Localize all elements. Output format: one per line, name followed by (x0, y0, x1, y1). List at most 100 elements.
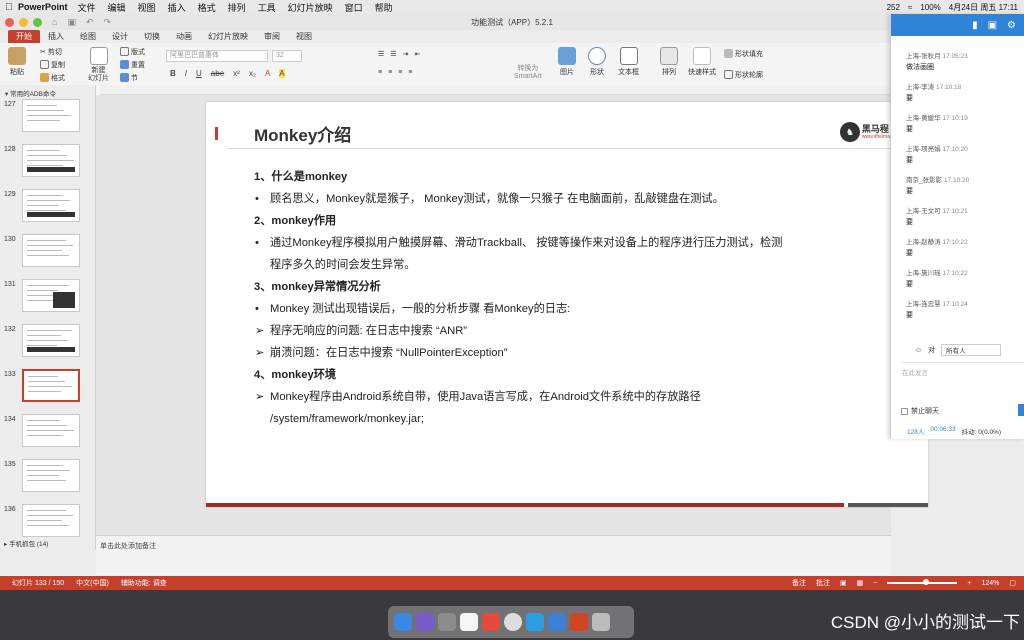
cloud-icon[interactable] (548, 613, 566, 631)
language[interactable]: 中文(中国) (76, 578, 109, 588)
notes-toggle[interactable]: 备注 (792, 578, 806, 588)
calendar-icon[interactable] (482, 613, 500, 631)
slide-thumbnail[interactable] (22, 279, 80, 312)
thumbnail-row[interactable]: 130 (0, 234, 96, 274)
chat-app-icon[interactable] (526, 613, 544, 631)
thumbnail-row[interactable]: 128 (0, 144, 96, 184)
menu-view[interactable]: 视图 (138, 1, 156, 14)
tab-home[interactable]: 开始 (8, 30, 40, 43)
menu-tools[interactable]: 工具 (258, 1, 276, 14)
menu-format[interactable]: 格式 (198, 1, 216, 14)
clock[interactable]: 4月24日 周五 17:11 (949, 2, 1018, 13)
shape-fill-button[interactable]: 形状填充 (724, 48, 763, 59)
gear-icon[interactable]: ⚙ (1007, 20, 1016, 31)
powerpoint-icon[interactable] (570, 613, 588, 631)
status-count[interactable]: 252 (887, 3, 900, 12)
zoom-level[interactable]: 124% (981, 580, 999, 587)
normal-view-icon[interactable]: ▣ (840, 579, 847, 587)
align-left-icon[interactable]: ≡ (378, 69, 382, 76)
apple-icon[interactable]:  (0, 2, 18, 13)
bold-button[interactable]: B (170, 69, 176, 78)
menu-insert[interactable]: 插入 (168, 1, 186, 14)
section-footer[interactable]: ▸ 手机抓包 (14) (4, 538, 48, 548)
menu-window[interactable]: 窗口 (345, 1, 363, 14)
sorter-view-icon[interactable]: ▦ (857, 579, 864, 587)
wifi-icon[interactable]: ≈ (908, 3, 912, 12)
siri-icon[interactable] (416, 613, 434, 631)
thumbnail-row[interactable]: 127 (0, 99, 96, 139)
slide-thumbnail[interactable] (22, 189, 80, 222)
section-button[interactable]: 节 (120, 72, 145, 83)
zoom-out-icon[interactable]: − (873, 580, 877, 587)
shape-button[interactable]: 形状 (588, 47, 606, 77)
superscript-button[interactable]: x² (233, 69, 240, 78)
numbering-icon[interactable]: ☰ (390, 50, 396, 58)
format-painter-button[interactable]: 格式 (40, 72, 65, 83)
thumbnail-row[interactable]: 131 (0, 279, 96, 319)
trash-icon[interactable] (592, 613, 610, 631)
slide-thumbnail[interactable] (22, 459, 80, 492)
thumbnail-row[interactable]: 134 (0, 414, 96, 454)
emoji-icon[interactable]: ☺ (915, 347, 922, 354)
menu-edit[interactable]: 编辑 (108, 1, 126, 14)
menu-slideshow[interactable]: 幻灯片放映 (288, 1, 333, 14)
underline-button[interactable]: U (196, 69, 202, 78)
align-right-icon[interactable]: ≡ (398, 69, 402, 76)
tab-design[interactable]: 设计 (104, 30, 136, 43)
subscript-button[interactable]: x₂ (249, 69, 256, 78)
tab-slideshow[interactable]: 幻灯片放映 (200, 30, 256, 43)
thumbnail-row[interactable]: 129 (0, 189, 96, 229)
screen-icon[interactable]: ▣ (988, 20, 997, 31)
slide-title[interactable]: Monkey介绍 (254, 121, 351, 146)
slide-thumbnail[interactable] (22, 414, 80, 447)
slide-body[interactable]: 1、什么是monkey • 顾名思义，Monkey就是猴子， Monkey测试，就… (254, 166, 854, 430)
textbox-button[interactable]: 文本框 (618, 47, 639, 77)
reset-button[interactable]: 重置 (120, 59, 145, 70)
slide-thumbnail[interactable] (22, 234, 80, 267)
ban-chat-option[interactable]: 禁止聊天 (901, 406, 939, 416)
picture-button[interactable]: 图片 (558, 47, 576, 77)
tab-transitions[interactable]: 切换 (136, 30, 168, 43)
chrome-icon[interactable] (504, 613, 522, 631)
menu-file[interactable]: 文件 (78, 1, 96, 14)
slide-thumbnail[interactable] (22, 369, 80, 402)
tab-review[interactable]: 审阅 (256, 30, 288, 43)
italic-button[interactable]: I (185, 69, 187, 78)
new-slide-button[interactable]: 新建 幻灯片 (88, 47, 109, 83)
slide-thumbnail[interactable] (22, 144, 80, 177)
menu-help[interactable]: 帮助 (375, 1, 393, 14)
bullets-icon[interactable]: ☰ (378, 50, 384, 58)
fit-window-icon[interactable]: ▢ (1009, 579, 1016, 587)
paste-button[interactable]: 粘贴 (8, 47, 26, 77)
slide-thumbnail[interactable] (22, 99, 80, 132)
chat-input[interactable]: 在此发言 (901, 362, 1024, 400)
arrange-button[interactable]: 排列 (660, 47, 678, 77)
shape-outline-button[interactable]: 形状轮廓 (724, 69, 763, 80)
justify-icon[interactable]: ≡ (408, 69, 412, 76)
menu-arrange[interactable]: 排列 (228, 1, 246, 14)
highlight-button[interactable]: A (279, 69, 285, 78)
align-center-icon[interactable]: ≡ (388, 69, 392, 76)
send-button[interactable] (1018, 404, 1024, 416)
font-size-select[interactable]: 32 (272, 50, 302, 62)
finder-icon[interactable] (394, 613, 412, 631)
thumbnail-row[interactable]: 132 (0, 324, 96, 364)
zoom-slider-thumb[interactable] (923, 579, 930, 585)
tab-animations[interactable]: 动画 (168, 30, 200, 43)
tab-view[interactable]: 视图 (288, 30, 320, 43)
slide-thumbnail[interactable] (22, 504, 80, 537)
zoom-in-icon[interactable]: + (967, 580, 971, 587)
typora-icon[interactable] (460, 613, 478, 631)
slide-thumbnail[interactable] (22, 324, 80, 357)
recipient-select[interactable]: 所有人 (941, 344, 1002, 356)
slide[interactable]: Monkey介绍 ♞ 黑马程 www.itheima 1、什么是monkey •… (206, 102, 928, 507)
outdent-icon[interactable]: ⇤ (414, 50, 420, 58)
tab-draw[interactable]: 绘图 (72, 30, 104, 43)
thumbnail-row[interactable]: 135 (0, 459, 96, 499)
zoom-slider[interactable] (887, 579, 958, 585)
comments-toggle[interactable]: 批注 (816, 578, 830, 588)
notes-pane[interactable]: 单击此处添加备注 (96, 535, 891, 575)
app-menu[interactable]: PowerPoint (18, 2, 68, 12)
font-color-button[interactable]: A (265, 69, 270, 78)
font-name-select[interactable]: 阿里巴巴普惠体 (166, 50, 268, 62)
